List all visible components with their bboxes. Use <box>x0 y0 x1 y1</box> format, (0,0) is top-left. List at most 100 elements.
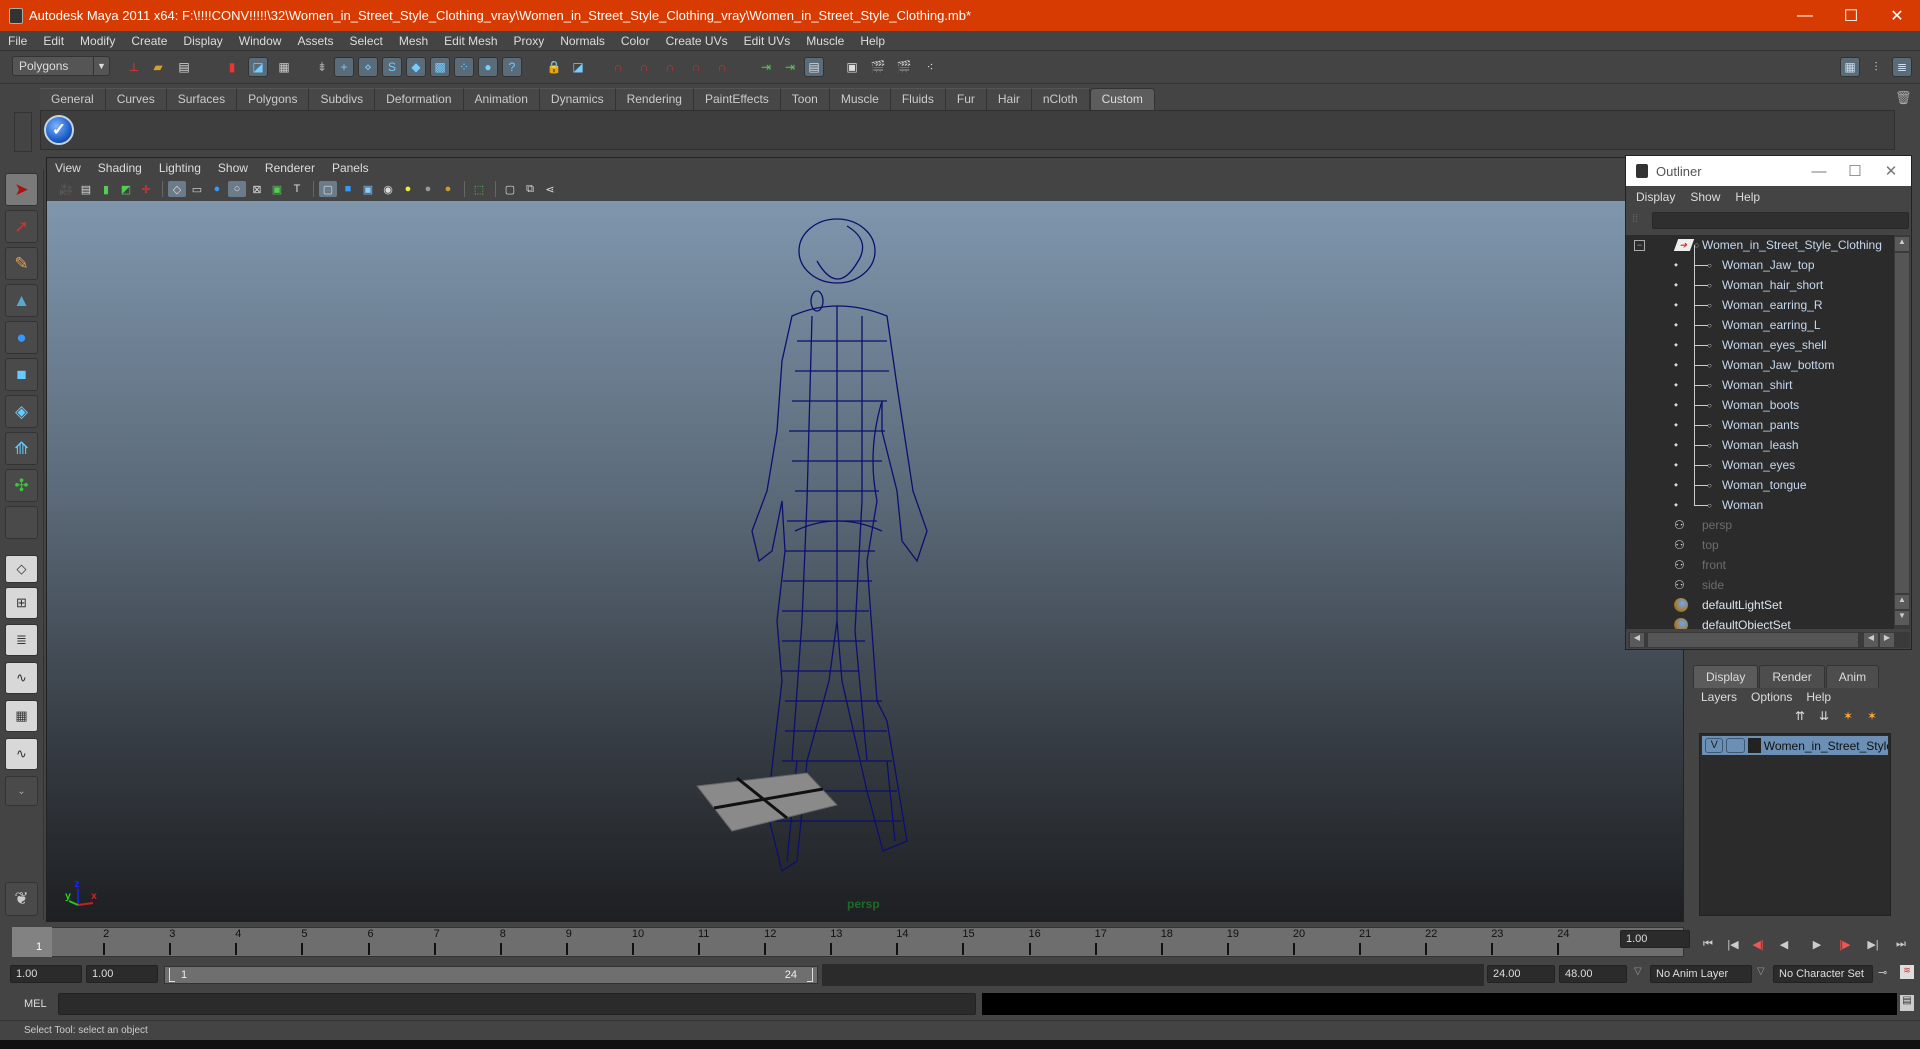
viewport-canvas[interactable]: z y x persp <box>47 201 1683 921</box>
current-frame-indicator[interactable]: 1 <box>12 927 52 957</box>
bookmark-icon[interactable]: ▮ <box>97 181 115 197</box>
play-forwards-button[interactable]: ▶ <box>1806 935 1828 953</box>
auto-key-icon[interactable]: ⊸ <box>1878 966 1887 979</box>
shelf-tab-muscle[interactable]: Muscle <box>829 88 891 110</box>
range-slider-bar[interactable]: 1 24 <box>164 966 818 984</box>
shelf-tab-animation[interactable]: Animation <box>463 88 540 110</box>
soft-modification-tool-icon[interactable]: ⟰ <box>5 432 38 465</box>
outliner-item[interactable]: ⬩ ○ Woman_eyes_shell <box>1626 325 1894 355</box>
render-view-icon[interactable]: ▣ <box>842 57 862 77</box>
show-manipulator-tool-icon[interactable]: ✣ <box>5 469 38 502</box>
range-start-handle[interactable] <box>169 968 175 982</box>
checkmark-icon[interactable]: ✓ <box>44 115 74 145</box>
shelf-tab-painteffects[interactable]: PaintEffects <box>693 88 781 110</box>
menu-window[interactable]: Window <box>239 34 282 48</box>
shelf-tab-fur[interactable]: Fur <box>945 88 987 110</box>
menu-set-selector[interactable]: Polygons ▼ <box>12 56 110 76</box>
outliner-horizontal-scrollbar[interactable]: ◀ ◀ ▶ <box>1628 632 1910 648</box>
range-end-handle[interactable] <box>807 968 813 982</box>
textured-icon[interactable]: ◉ <box>379 181 397 197</box>
smooth-shade-icon[interactable]: ■ <box>339 181 357 197</box>
persp-outliner-graph-layout-icon[interactable]: ∿ <box>5 738 38 770</box>
menu-proxy[interactable]: Proxy <box>514 34 545 48</box>
film-gate-icon[interactable]: ▭ <box>188 181 206 197</box>
play-backwards-button[interactable]: ◀ <box>1773 935 1795 953</box>
outliner-item-root[interactable]: − ➔ ○ Women_in_Street_Style_Clothing <box>1626 235 1894 255</box>
outliner-persp-layout-icon[interactable]: ≣ <box>5 624 38 656</box>
maximize-button[interactable]: ☐ <box>1828 0 1874 31</box>
outliner-item-camera[interactable]: ⚇ front <box>1626 555 1894 575</box>
scroll-down-icon[interactable]: ▼ <box>1895 611 1909 625</box>
shelf-tab-custom[interactable]: Custom <box>1089 88 1155 110</box>
2d-pan-zoom-icon[interactable]: ✛ <box>137 181 155 197</box>
wireframe-on-shaded-icon[interactable]: ▣ <box>359 181 377 197</box>
character-set-dropdown-icon[interactable]: ▽ <box>1757 966 1765 977</box>
select-object-icon[interactable]: ◪ <box>248 57 268 77</box>
shelf-tab-surfaces[interactable]: Surfaces <box>166 88 238 110</box>
safe-action-icon[interactable]: ▣ <box>268 181 286 197</box>
camera-attributes-icon[interactable]: ▤ <box>77 181 95 197</box>
layer-menu-layers[interactable]: Layers <box>1701 690 1737 704</box>
render-settings-icon[interactable]: ⁖ <box>920 57 940 77</box>
mask-menu-icon[interactable]: ⇟ <box>312 57 332 77</box>
filter-options-icon[interactable]: ⁞⁞ <box>1632 213 1638 225</box>
trash-icon[interactable]: 🗑 <box>1895 90 1912 106</box>
outliner-item[interactable]: ⬩ ○ Woman_Jaw_top <box>1626 245 1894 275</box>
script-editor-icon[interactable]: ▤ <box>1900 995 1914 1011</box>
scroll-left-icon[interactable]: ◀ <box>1864 633 1878 647</box>
shelf-tab-polygons[interactable]: Polygons <box>237 88 310 110</box>
output-ops-icon[interactable]: ⇥ <box>780 57 800 77</box>
scroll-right-icon[interactable]: ▶ <box>1880 633 1894 647</box>
outliner-item-set[interactable]: defaultLightSet <box>1626 595 1894 615</box>
anim-layer-selector[interactable]: No Anim Layer <box>1650 965 1752 983</box>
input-ops-icon[interactable]: ⇥ <box>756 57 776 77</box>
shelf-tab-toon[interactable]: Toon <box>780 88 830 110</box>
outliner-close-button[interactable]: ✕ <box>1873 156 1909 186</box>
image-plane-icon[interactable]: ◩ <box>117 181 135 197</box>
layer-tab-render[interactable]: Render <box>1759 665 1825 688</box>
share-icon[interactable]: ⋖ <box>541 181 559 197</box>
xray-joints-icon[interactable]: ⧉ <box>521 181 539 197</box>
menu-create[interactable]: Create <box>131 34 167 48</box>
all-lights-icon[interactable]: ● <box>419 181 437 197</box>
animation-preferences-icon[interactable]: ≋ <box>1900 965 1914 979</box>
menu-muscle[interactable]: Muscle <box>806 34 844 48</box>
save-scene-icon[interactable]: ▤ <box>174 57 194 77</box>
shelf-tab-general[interactable]: General <box>40 88 106 110</box>
select-surfaces-icon[interactable]: ◆ <box>406 57 426 77</box>
menu-create-uvs[interactable]: Create UVs <box>666 34 728 48</box>
playback-end-field[interactable] <box>1487 965 1555 983</box>
layer-color-swatch[interactable] <box>1747 738 1761 753</box>
step-back-frame-button[interactable]: ◀| <box>1747 935 1769 953</box>
menu-color[interactable]: Color <box>621 34 650 48</box>
outliner-menu-help[interactable]: Help <box>1735 190 1760 204</box>
scale-tool-icon[interactable]: ■ <box>5 358 38 391</box>
select-hierarchy-icon[interactable]: ▮ <box>222 57 242 77</box>
new-empty-layer-icon[interactable]: ✶ <box>1843 709 1853 723</box>
outliner-item[interactable]: ⬩ ○ Woman_earring_L <box>1626 305 1894 335</box>
default-lighting-icon[interactable]: ● <box>399 181 417 197</box>
menu-edit[interactable]: Edit <box>43 34 64 48</box>
isolate-select-icon[interactable]: ⬚ <box>470 181 488 197</box>
viewport-menu-renderer[interactable]: Renderer <box>265 161 315 175</box>
open-scene-icon[interactable]: ▰ <box>148 57 168 77</box>
select-curves-icon[interactable]: S <box>382 57 402 77</box>
shelf-tab-deformation[interactable]: Deformation <box>375 88 464 110</box>
resolution-gate-icon[interactable]: ● <box>208 181 226 197</box>
construction-history-icon[interactable]: ▤ <box>804 57 824 77</box>
select-misc-icon[interactable]: ? <box>502 57 522 77</box>
layer-row[interactable]: V Women_in_Street_Style_ <box>1702 736 1888 755</box>
outliner-item[interactable]: ⬩ ○ Woman_hair_short <box>1626 265 1894 295</box>
lock-selection-icon[interactable]: 🔒 <box>544 57 564 77</box>
move-layer-up-icon[interactable]: ⇈ <box>1795 709 1805 723</box>
scroll-thumb[interactable] <box>1895 253 1909 593</box>
viewport-menu-lighting[interactable]: Lighting <box>159 161 201 175</box>
single-perspective-layout-icon[interactable]: ◇ <box>5 555 38 583</box>
highlight-selection-icon[interactable]: ◪ <box>568 57 588 77</box>
select-tool-icon[interactable]: ➤ <box>5 173 38 206</box>
outliner-item-camera[interactable]: ⚇ persp <box>1626 515 1894 535</box>
step-forward-key-button[interactable]: ▶| <box>1862 935 1884 953</box>
ipr-render-icon[interactable]: 🎬 <box>894 57 914 77</box>
outliner-menu-display[interactable]: Display <box>1636 190 1675 204</box>
menu-display[interactable]: Display <box>183 34 222 48</box>
